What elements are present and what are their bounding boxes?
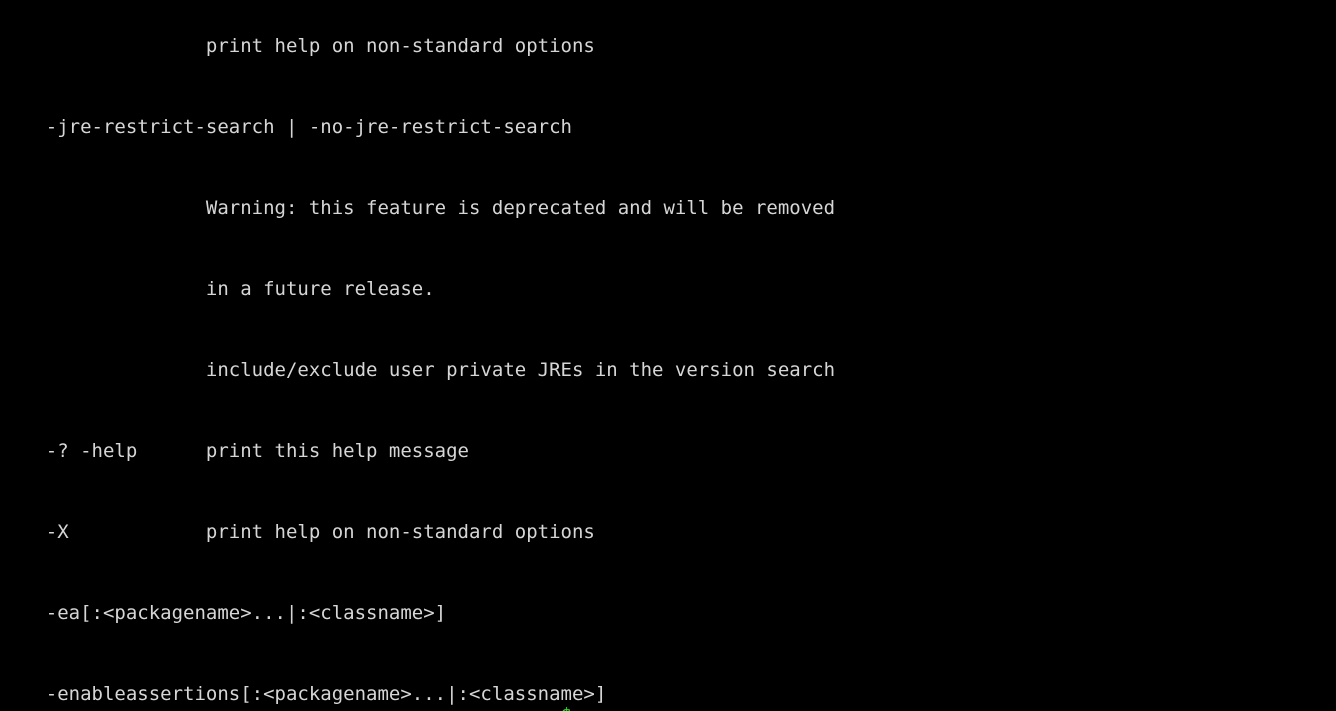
- shell-prompt-fragment[interactable]: $: [0, 702, 1336, 711]
- terminal-line: -? -help print this help message: [0, 440, 469, 462]
- terminal-output: print help on non-standard options -jre-…: [0, 0, 1336, 711]
- terminal-line: -X print help on non-standard options: [0, 521, 595, 543]
- terminal-window[interactable]: print help on non-standard options -jre-…: [0, 0, 1336, 711]
- terminal-line: in a future release.: [0, 278, 435, 300]
- terminal-line-clipped: print help on non-standard options: [0, 35, 595, 57]
- terminal-line: Warning: this feature is deprecated and …: [0, 197, 836, 219]
- terminal-line: -jre-restrict-search | -no-jre-restrict-…: [0, 116, 572, 138]
- terminal-line: include/exclude user private JREs in the…: [0, 359, 836, 381]
- terminal-line: -ea[:<packagename>...|:<classname>]: [0, 602, 447, 624]
